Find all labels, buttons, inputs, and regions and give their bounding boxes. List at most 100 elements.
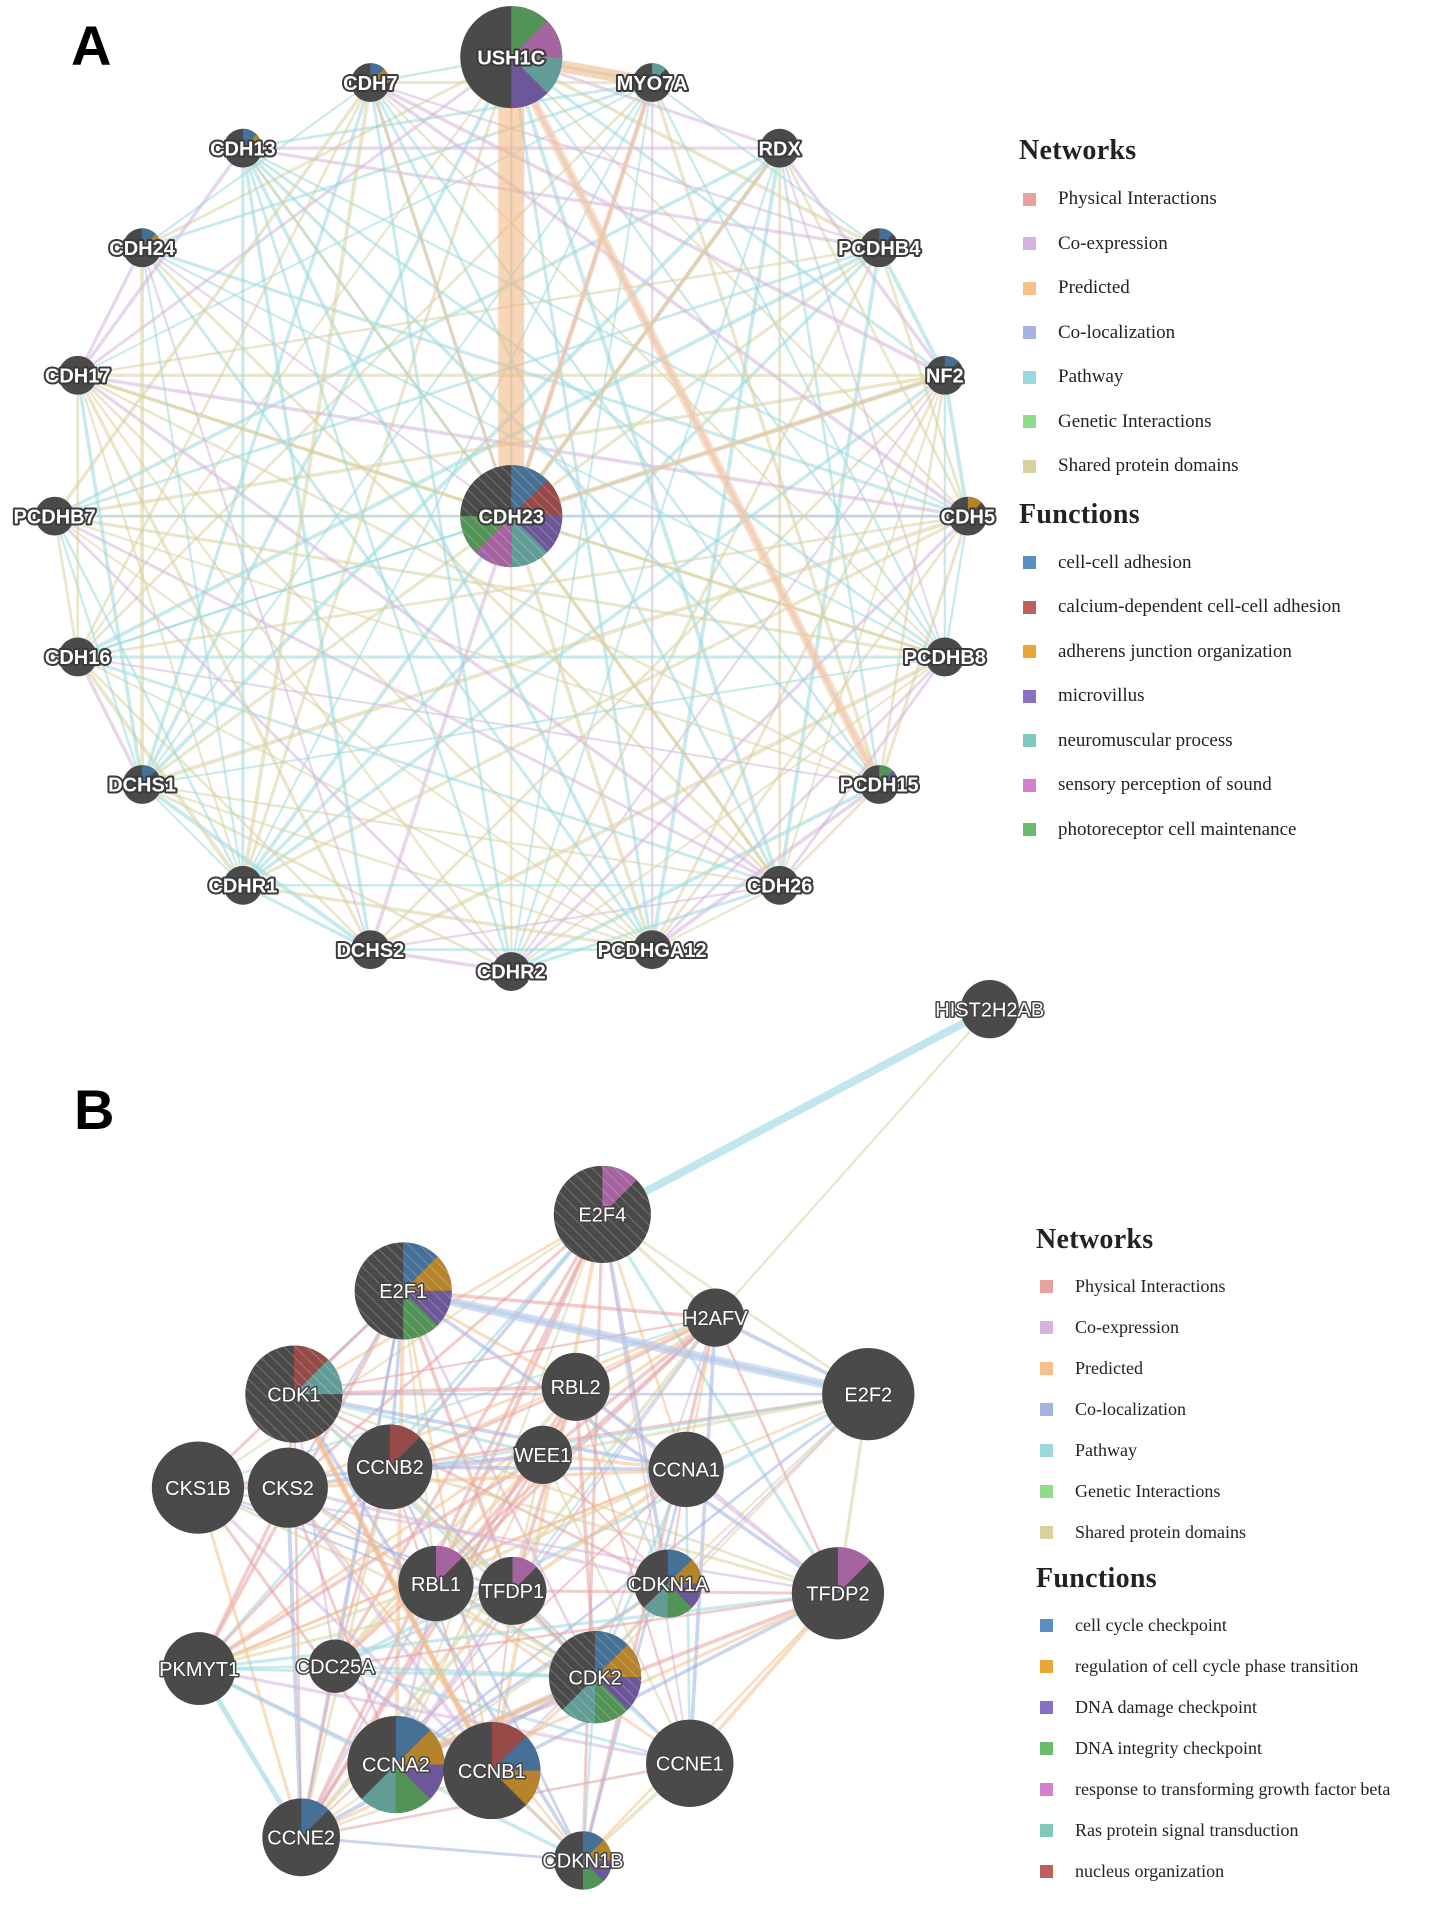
legend-label: Pathway [1075, 1440, 1137, 1460]
legend-item: Predicted [1040, 1348, 1390, 1389]
legend-swatch [1040, 1619, 1053, 1632]
node-label: CDH16 [45, 647, 111, 669]
gene-node[interactable]: DCHS1 [106, 765, 178, 804]
network-edge [141, 246, 946, 658]
gene-node[interactable]: CDH17 [43, 355, 113, 395]
node-label: CDC25A [296, 1656, 376, 1678]
network-edge [141, 246, 512, 517]
legend-item: Pathway [1023, 355, 1341, 400]
gene-node[interactable]: CDK2 [548, 1630, 642, 1724]
gene-node[interactable]: E2F2 [822, 1347, 915, 1441]
legend-label: Predicted [1075, 1358, 1143, 1378]
gene-node[interactable]: TFDP1 [478, 1556, 547, 1625]
gene-node[interactable]: PKMYT1 [158, 1632, 241, 1706]
node-label: MYO7A [617, 73, 688, 95]
network-edge-strong [600, 1005, 992, 1218]
gene-node[interactable]: WEE1 [513, 1425, 573, 1484]
node-label: HIST2H2AB [935, 999, 1044, 1021]
legend-item: response to transforming growth factor b… [1040, 1769, 1390, 1810]
node-label: CDKN1B [542, 1851, 623, 1873]
legend-item: adherens junction organization [1023, 630, 1341, 675]
network-edge-strong [402, 1286, 870, 1399]
legend-item: Co-expression [1040, 1307, 1390, 1348]
legend-swatch [1023, 823, 1036, 837]
node-label: PCDHB7 [14, 506, 96, 528]
legend-swatch [1023, 645, 1036, 659]
node-label: CDHR1 [208, 875, 277, 897]
legend-label: sensory perception of sound [1058, 774, 1272, 796]
gene-node[interactable]: CDH13 [208, 128, 278, 168]
gene-node[interactable]: CCNE2 [262, 1798, 341, 1877]
panel-b-letter: B [74, 1078, 115, 1141]
gene-node[interactable]: TFDP2 [791, 1547, 885, 1640]
legend-swatch [1023, 192, 1036, 206]
legend-swatch [1040, 1824, 1053, 1837]
gene-node[interactable]: CCNB1 [443, 1722, 541, 1820]
gene-node[interactable]: CDK1 [245, 1345, 343, 1443]
gene-node[interactable]: RBL1 [398, 1545, 474, 1622]
node-label: RBL1 [411, 1574, 461, 1596]
network-edge [76, 247, 144, 376]
node-label: CDH7 [343, 73, 397, 95]
legend-swatch [1040, 1701, 1053, 1714]
panel-a-letter: A [71, 14, 112, 77]
node-label: CDK1 [267, 1384, 320, 1406]
legend-label: cell-cell adhesion [1058, 551, 1192, 573]
legend-label: Genetic Interactions [1075, 1481, 1221, 1501]
legend-swatch [1040, 1321, 1053, 1334]
gene-node[interactable]: CCNE1 [646, 1719, 734, 1808]
legend-swatch [1023, 600, 1036, 614]
gene-node[interactable]: CCNA2 [347, 1715, 445, 1814]
legend-label: Physical Interactions [1075, 1276, 1226, 1296]
node-label: PKMYT1 [159, 1659, 239, 1681]
legend-swatch [1040, 1444, 1053, 1457]
network-edge [877, 246, 947, 377]
gene-node[interactable]: CCNA1 [648, 1431, 724, 1508]
functions-heading: Functions [1036, 1563, 1157, 1594]
legend-label: Ras protein signal transduction [1075, 1820, 1299, 1840]
legend-item: DNA damage checkpoint [1040, 1687, 1390, 1728]
legend-swatch [1040, 1660, 1053, 1673]
gene-node[interactable]: CDKN1B [541, 1831, 625, 1890]
legend-label: DNA integrity checkpoint [1075, 1738, 1262, 1758]
node-label: E2F1 [379, 1281, 427, 1303]
legend-label: microvillus [1058, 685, 1145, 707]
node-label: CDH17 [45, 365, 111, 387]
gene-node[interactable]: RBL2 [541, 1352, 610, 1421]
gene-node[interactable]: CKS1B [151, 1441, 245, 1534]
legend-label: Genetic Interactions [1058, 410, 1212, 432]
node-label: CCNB1 [458, 1761, 526, 1783]
legend-item: Genetic Interactions [1023, 400, 1341, 445]
legend-swatch [1040, 1485, 1053, 1498]
panel-a-legend: Networks Physical Interactions Co-express… [1019, 135, 1341, 852]
legend-item: regulation of cell cycle phase transitio… [1040, 1646, 1390, 1687]
node-label: DCHS1 [108, 775, 176, 797]
node-label: PCDH15 [840, 775, 919, 797]
node-label: CCNE1 [656, 1754, 724, 1776]
node-label: CDH26 [747, 875, 813, 897]
legend-swatch [1023, 459, 1036, 473]
legend-label: Co-localization [1058, 321, 1176, 343]
gene-node[interactable]: CCNB2 [347, 1424, 433, 1510]
gene-node[interactable]: E2F4 [553, 1165, 651, 1263]
legend-item: neuromuscular process [1023, 719, 1341, 764]
legend-label: Co-expression [1075, 1317, 1179, 1337]
node-label: CCNA2 [362, 1755, 430, 1777]
gene-node[interactable]: CKS2 [247, 1447, 328, 1528]
gene-node[interactable]: CDH23 [460, 465, 563, 568]
functions-heading: Functions [1019, 498, 1140, 530]
gene-node[interactable]: USH1C [460, 6, 563, 109]
network-edge [241, 147, 513, 972]
legend-item: Co-localization [1040, 1389, 1390, 1430]
legend-swatch [1023, 326, 1036, 340]
node-label: PCDHGA12 [598, 940, 707, 962]
legend-swatch [1040, 1742, 1053, 1755]
node-label: CKS1B [165, 1478, 231, 1500]
gene-node[interactable]: E2F1 [354, 1242, 452, 1340]
legend-label: nucleus organization [1075, 1861, 1225, 1881]
gene-node[interactable]: NF2 [924, 355, 966, 395]
legend-item: cell cycle checkpoint [1040, 1605, 1390, 1646]
legend-label: Pathway [1058, 366, 1124, 388]
gene-node[interactable]: PCDHGA12 [596, 930, 709, 970]
network-edge [76, 147, 245, 377]
